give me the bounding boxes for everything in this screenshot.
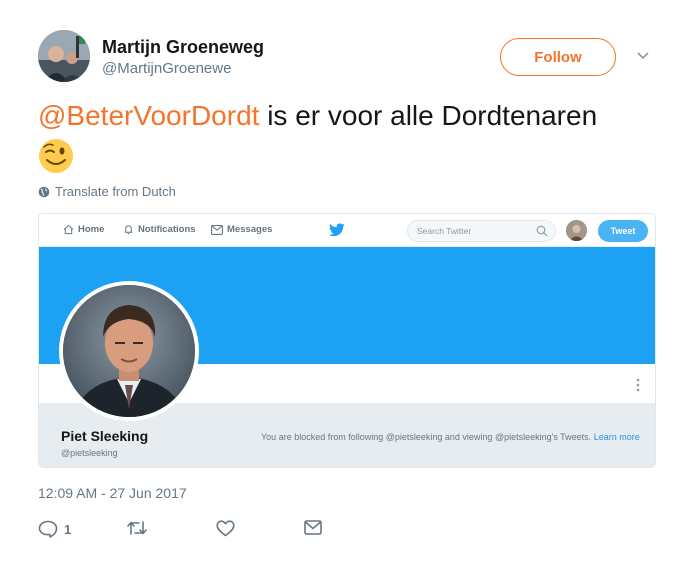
mention-link[interactable]: @BeterVoorDordt	[38, 100, 259, 131]
retweet-button[interactable]	[126, 520, 148, 536]
embedded-nav-bar: Home Notifications Messages Search Twitt…	[39, 214, 655, 247]
envelope-icon	[211, 224, 223, 235]
envelope-icon	[304, 520, 322, 535]
embedded-nav-notifications-label: Notifications	[138, 224, 196, 235]
reply-count: 1	[64, 521, 72, 537]
profile-avatar	[59, 281, 199, 421]
blocked-message-text: You are blocked from following @pietslee…	[261, 432, 594, 442]
search-icon	[536, 225, 548, 237]
embedded-nav-messages: Messages	[211, 224, 272, 235]
embedded-tweet-button: Tweet	[598, 220, 648, 242]
chevron-down-icon[interactable]	[636, 48, 650, 62]
tweet-timestamp[interactable]: 12:09 AM - 27 Jun 2017	[38, 485, 187, 501]
author-avatar[interactable]	[38, 30, 90, 82]
embedded-nav-home: Home	[63, 224, 104, 235]
more-options-icon	[636, 378, 640, 392]
reply-icon	[38, 520, 58, 538]
tweet-body: is er voor alle Dordtenaren	[259, 100, 598, 131]
direct-message-button[interactable]	[304, 520, 322, 535]
like-button[interactable]	[216, 520, 235, 537]
author-handle[interactable]: @MartijnGroenewe	[102, 60, 231, 77]
blocked-message: You are blocked from following @pietslee…	[261, 431, 641, 444]
globe-icon	[38, 186, 50, 197]
attached-image[interactable]: Home Notifications Messages Search Twitt…	[38, 213, 656, 468]
tweet-actions: 1	[38, 520, 338, 540]
embedded-nav-messages-label: Messages	[227, 224, 273, 235]
bell-icon	[124, 225, 133, 235]
profile-handle: @pietsleeking	[61, 448, 118, 458]
twitter-bird-icon	[329, 223, 345, 237]
translate-label: Translate from Dutch	[55, 184, 176, 199]
reply-button[interactable]: 1	[38, 520, 71, 538]
embedded-user-avatar	[566, 220, 587, 241]
profile-name: Piet Sleeking	[61, 428, 149, 444]
home-icon	[63, 224, 74, 235]
embedded-nav-notifications: Notifications	[123, 224, 196, 235]
retweet-icon	[127, 521, 147, 535]
tweet-header: Martijn Groeneweg @MartijnGroenewe Follo…	[38, 30, 658, 86]
translate-link[interactable]: Translate from Dutch	[38, 184, 176, 199]
learn-more-link: Learn more	[593, 432, 640, 442]
winking-face-icon	[39, 139, 73, 173]
embedded-nav-home-label: Home	[78, 224, 105, 235]
heart-icon	[216, 520, 235, 537]
embedded-search-placeholder: Search Twitter	[417, 226, 472, 236]
author-name[interactable]: Martijn Groeneweg	[102, 37, 264, 58]
embedded-search-box: Search Twitter	[407, 220, 556, 242]
follow-button[interactable]: Follow	[500, 38, 616, 76]
tweet-text: @BeterVoorDordt is er voor alle Dordtena…	[38, 98, 668, 134]
